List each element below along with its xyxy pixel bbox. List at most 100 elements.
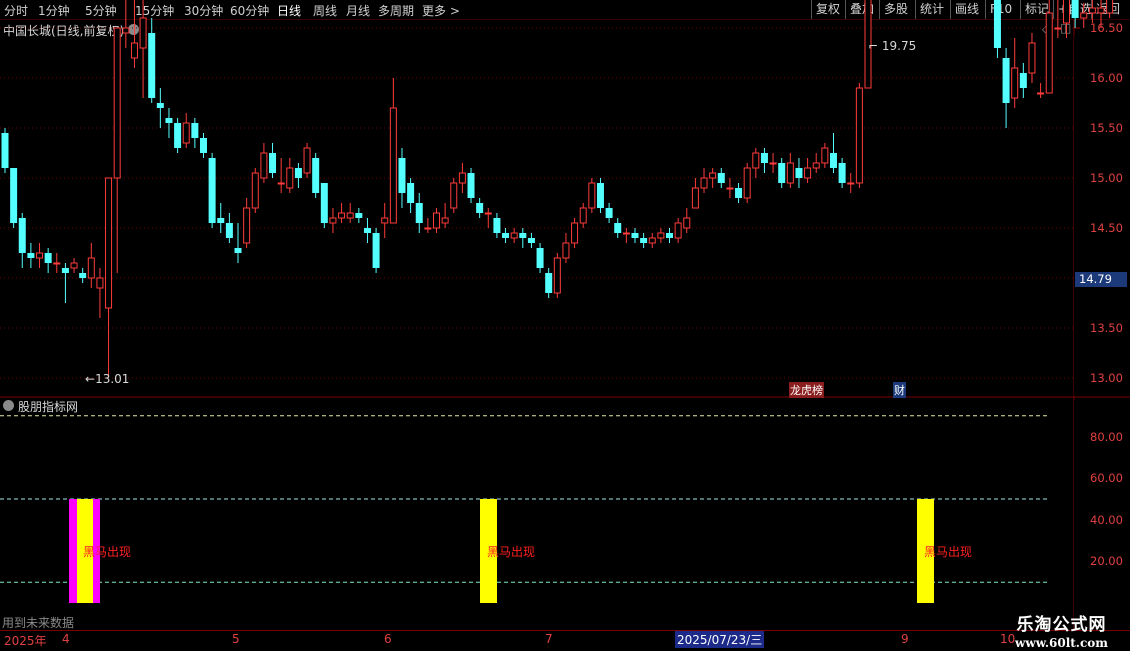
indicator-title: 股朋指标网 (18, 400, 79, 414)
candle-body-down (165, 118, 173, 123)
candle-body-up (105, 177, 113, 309)
candle-body-down (234, 248, 242, 253)
candle-body-down (1019, 73, 1027, 88)
candle-body-up (450, 182, 458, 209)
candle-body-down (407, 183, 415, 203)
candle-body-down (174, 123, 182, 148)
candle-body-up (752, 152, 760, 169)
candle-body-up (847, 182, 855, 185)
candle-body-down (398, 158, 406, 193)
candle-body-up (1080, 12, 1088, 19)
candle-body-up (726, 187, 734, 190)
candle-body-down (829, 153, 837, 168)
price-axis-label: 13.00 (1090, 371, 1123, 385)
candle-body-up (122, 27, 130, 34)
candle-body-down (415, 203, 423, 223)
candle-body-up (1011, 67, 1019, 99)
candle-body-up (709, 172, 717, 179)
price-axis-label: 16.50 (1090, 21, 1123, 35)
candle-body-down (778, 163, 786, 183)
candle-body-up (562, 242, 570, 259)
candle-body-down (502, 233, 510, 238)
candle-body-down (1002, 58, 1010, 103)
candle-body-down (666, 233, 674, 238)
candle-body-down (199, 138, 207, 153)
candle-body-down (1, 133, 9, 168)
candle-body-down (320, 183, 328, 223)
candle-body-up (1054, 27, 1062, 30)
signal-bar-magenta (69, 499, 77, 603)
candle-body-up (70, 262, 78, 269)
longhubang-marker[interactable]: 龙虎榜 (789, 382, 824, 398)
candle-body-down (312, 158, 320, 193)
candle-body-up (87, 257, 95, 279)
candle-body-down (363, 228, 371, 233)
candle-body-down (355, 213, 363, 218)
candle-body-up (441, 217, 449, 224)
candle-body-up (277, 182, 285, 185)
candle-body-up (303, 147, 311, 174)
candle-body-down (27, 253, 35, 258)
candle-body-up (812, 162, 820, 169)
candle-body-up (588, 182, 596, 209)
indicator-axis: 80.00 60.00 40.00 20.00 (1074, 400, 1130, 628)
candle-body-down (476, 203, 484, 213)
candle-body-down (760, 153, 768, 163)
indicator-axis-label: 40.00 (1090, 512, 1123, 527)
candle-body-up (786, 162, 794, 184)
watermark-title: 乐淘公式网 (1016, 615, 1107, 635)
financial-marker[interactable]: 财 (893, 382, 906, 398)
signal-text: 黑马出现 (83, 545, 132, 559)
date-month-label: 10 (1000, 632, 1016, 646)
candle-body-up (424, 227, 432, 230)
price-axis-label: 16.00 (1090, 71, 1123, 85)
candle-body-up (338, 212, 346, 219)
candle-body-down (18, 218, 26, 253)
candle-body-up (510, 232, 518, 239)
candle-body-up (381, 217, 389, 224)
candle-body-up (648, 237, 656, 244)
candle-body-down (217, 218, 225, 223)
candle-body-up (53, 262, 61, 265)
candle-body-up (329, 217, 337, 224)
candle-body-up (96, 277, 104, 289)
date-month-label: 9 (901, 632, 909, 646)
candle-body-up (622, 232, 630, 235)
candle-body-up (691, 187, 699, 209)
candle-body-down (838, 163, 846, 183)
candle-body-down (79, 273, 87, 278)
candle-body-up (251, 172, 259, 209)
future-data-note: 用到未来数据 (2, 616, 75, 630)
candle-body-down (631, 233, 639, 238)
arrow-icon: ← (85, 372, 96, 386)
candle-body-down (208, 158, 216, 223)
signal-text: 黑马出现 (487, 545, 536, 559)
candle-body-up (1045, 12, 1053, 94)
candle-body-down (44, 253, 52, 263)
candle-body-down (735, 188, 743, 198)
candle-body-down (596, 183, 604, 208)
candle-body-down (527, 238, 535, 243)
candle-body-down (519, 233, 527, 238)
price-axis: 19.0018.5018.0017.5017.0016.5016.0015.50… (1074, 21, 1130, 396)
date-year-label: 2025年 (4, 634, 47, 648)
watermark: 乐淘公式网 www.60lt.com (1015, 610, 1108, 650)
candle-body-up (571, 222, 579, 244)
candle-body-down (225, 223, 233, 238)
candle-body-up (36, 252, 44, 259)
price-axis-label: 15.00 (1090, 171, 1123, 185)
candle-body-down (536, 248, 544, 268)
candle-body-down (614, 223, 622, 233)
candle-body-up (484, 212, 492, 215)
candle-body-up (286, 167, 294, 189)
candle-body-up (346, 212, 354, 219)
chevron-down-icon[interactable] (3, 400, 14, 411)
candle-body-up (1097, 7, 1105, 14)
candle-body-up (1088, 7, 1096, 14)
candle-body-down (640, 238, 648, 243)
candle-body-up (1037, 92, 1045, 95)
candle-body-up (433, 212, 440, 229)
date-axis: 2025年 4 5 6 7 2025/07/23/三 9 10 (0, 630, 1130, 651)
candle-body-up (700, 177, 708, 189)
candle-body-down (61, 268, 69, 273)
